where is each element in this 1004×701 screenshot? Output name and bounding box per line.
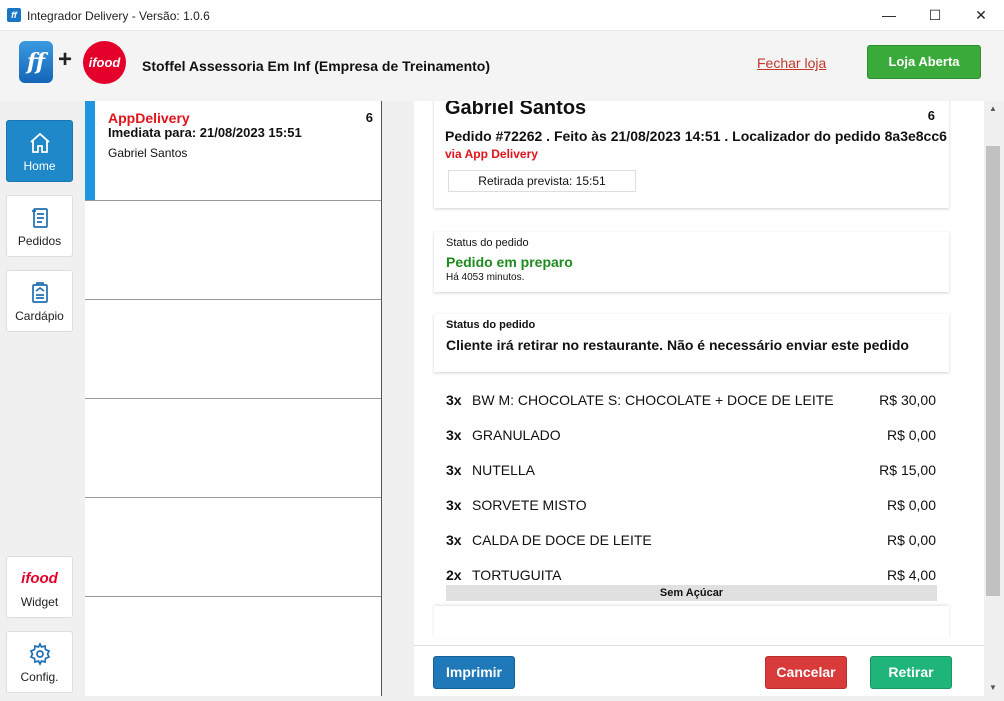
ff-logo: ff [19, 41, 53, 83]
gear-icon [29, 642, 50, 666]
delivery-status-label: Status do pedido [446, 319, 536, 331]
store-open-button[interactable]: Loja Aberta [867, 45, 981, 79]
item-name: SORVETE MISTO [472, 497, 587, 513]
selected-indicator [85, 101, 95, 200]
order-item: 3x NUTELLA R$ 15,00 [446, 462, 936, 482]
order-number: 6 [927, 108, 935, 123]
item-name: GRANULADO [472, 427, 561, 443]
close-store-link[interactable]: Fechar loja [757, 55, 826, 71]
order-list-empty-row [85, 399, 381, 498]
item-qty: 3x [446, 532, 462, 548]
close-window-button[interactable]: ✕ [958, 0, 1004, 31]
receipt-icon [31, 208, 48, 228]
item-price: R$ 0,00 [886, 497, 936, 513]
sidebar-item-cardapio[interactable]: Cardápio [6, 270, 73, 332]
minimize-button[interactable]: — [866, 0, 912, 31]
order-list: AppDelivery 6 Imediata para: 21/08/2023 … [85, 101, 382, 696]
item-name: TORTUGUITA [472, 567, 562, 583]
item-qty: 2x [446, 567, 462, 583]
order-list-empty-row [85, 498, 381, 597]
sidebar-item-label: Widget [20, 595, 59, 609]
sidebar-item-label: Cardápio [15, 309, 64, 323]
delivery-status-value: Cliente irá retirar no restaurante. Não … [446, 337, 909, 353]
maximize-button[interactable]: ☐ [912, 0, 958, 31]
item-qty: 3x [446, 497, 462, 513]
item-price: R$ 15,00 [879, 462, 936, 478]
menu-book-icon [31, 282, 48, 303]
status-card: Status do pedido Pedido em preparo Há 40… [434, 232, 949, 292]
scroll-up-arrow[interactable]: ▲ [984, 101, 1002, 117]
order-item: 2x TORTUGUITA R$ 4,00 [446, 567, 936, 587]
order-channel: via App Delivery [445, 147, 538, 161]
order-list-empty-row [85, 300, 381, 399]
cancel-button[interactable]: Cancelar [765, 656, 847, 689]
item-name: NUTELLA [472, 462, 536, 478]
header: ff + ifood Stoffel Assessoria Em Inf (Em… [0, 31, 1004, 101]
item-qty: 3x [446, 427, 462, 443]
item-qty: 3x [446, 392, 462, 408]
sidebar-item-label: Config. [20, 670, 59, 684]
order-source: AppDelivery [108, 110, 190, 126]
status-value: Pedido em preparo [446, 254, 573, 270]
company-name: Stoffel Assessoria Em Inf (Empresa de Tr… [142, 58, 491, 74]
item-name: BW M: CHOCOLATE S: CHOCOLATE + DOCE DE L… [472, 392, 834, 408]
order-time: Imediata para: 21/08/2023 15:51 [108, 125, 302, 140]
sidebar-item-widget[interactable]: ifood Widget [6, 556, 73, 618]
order-item: 3x GRANULADO R$ 0,00 [446, 427, 936, 447]
item-price: R$ 4,00 [886, 567, 936, 583]
delivery-status-card: Status do pedido Cliente irá retirar no … [434, 314, 949, 372]
print-button[interactable]: Imprimir [433, 656, 515, 689]
item-note: Sem Açúcar [446, 585, 937, 601]
plus-sign: + [58, 46, 73, 73]
pickup-time: Retirada prevista: 15:51 [448, 170, 636, 192]
order-item: 3x SORVETE MISTO R$ 0,00 [446, 497, 936, 517]
scroll-down-arrow[interactable]: ▼ [984, 680, 1002, 696]
item-qty: 3x [446, 462, 462, 478]
order-customer: Gabriel Santos [108, 146, 188, 160]
app-icon: ff [7, 8, 21, 22]
vertical-scrollbar[interactable]: ▲ ▼ [984, 101, 1002, 696]
order-list-empty-row [85, 201, 381, 300]
order-list-item[interactable]: AppDelivery 6 Imediata para: 21/08/2023 … [85, 101, 381, 201]
home-icon [29, 132, 50, 153]
customer-card: Gabriel Santos 6 Pedido #72262 . Feito à… [434, 101, 949, 208]
sidebar-item-label: Pedidos [17, 234, 62, 248]
item-price: R$ 0,00 [886, 427, 936, 443]
footer-divider [414, 645, 984, 646]
order-number: 6 [365, 110, 373, 125]
pickup-button[interactable]: Retirar [870, 656, 952, 689]
customer-name: Gabriel Santos [445, 101, 587, 119]
totals-card [434, 606, 949, 638]
ifood-logo-icon: ifood [21, 570, 58, 587]
item-name: CALDA DE DOCE DE LEITE [472, 532, 652, 548]
order-item: 3x CALDA DE DOCE DE LEITE R$ 0,00 [446, 532, 936, 552]
sidebar-item-label: Home [23, 159, 56, 173]
ifood-logo: ifood [83, 41, 126, 84]
window-title: Integrador Delivery - Versão: 1.0.6 [27, 9, 210, 23]
title-bar: ff Integrador Delivery - Versão: 1.0.6 —… [0, 0, 1004, 31]
item-price: R$ 30,00 [879, 392, 936, 408]
status-elapsed: Há 4053 minutos. [446, 272, 525, 283]
sidebar-item-home[interactable]: Home [6, 120, 73, 182]
sidebar-item-pedidos[interactable]: Pedidos [6, 195, 73, 257]
scroll-thumb[interactable] [986, 146, 1000, 596]
sidebar-item-config[interactable]: Config. [6, 631, 73, 693]
item-price: R$ 0,00 [886, 532, 936, 548]
order-info: Pedido #72262 . Feito às 21/08/2023 14:5… [445, 128, 947, 144]
order-item: 3x BW M: CHOCOLATE S: CHOCOLATE + DOCE D… [446, 392, 936, 412]
order-detail-panel: Gabriel Santos 6 Pedido #72262 . Feito à… [414, 101, 984, 696]
status-label: Status do pedido [446, 237, 529, 249]
